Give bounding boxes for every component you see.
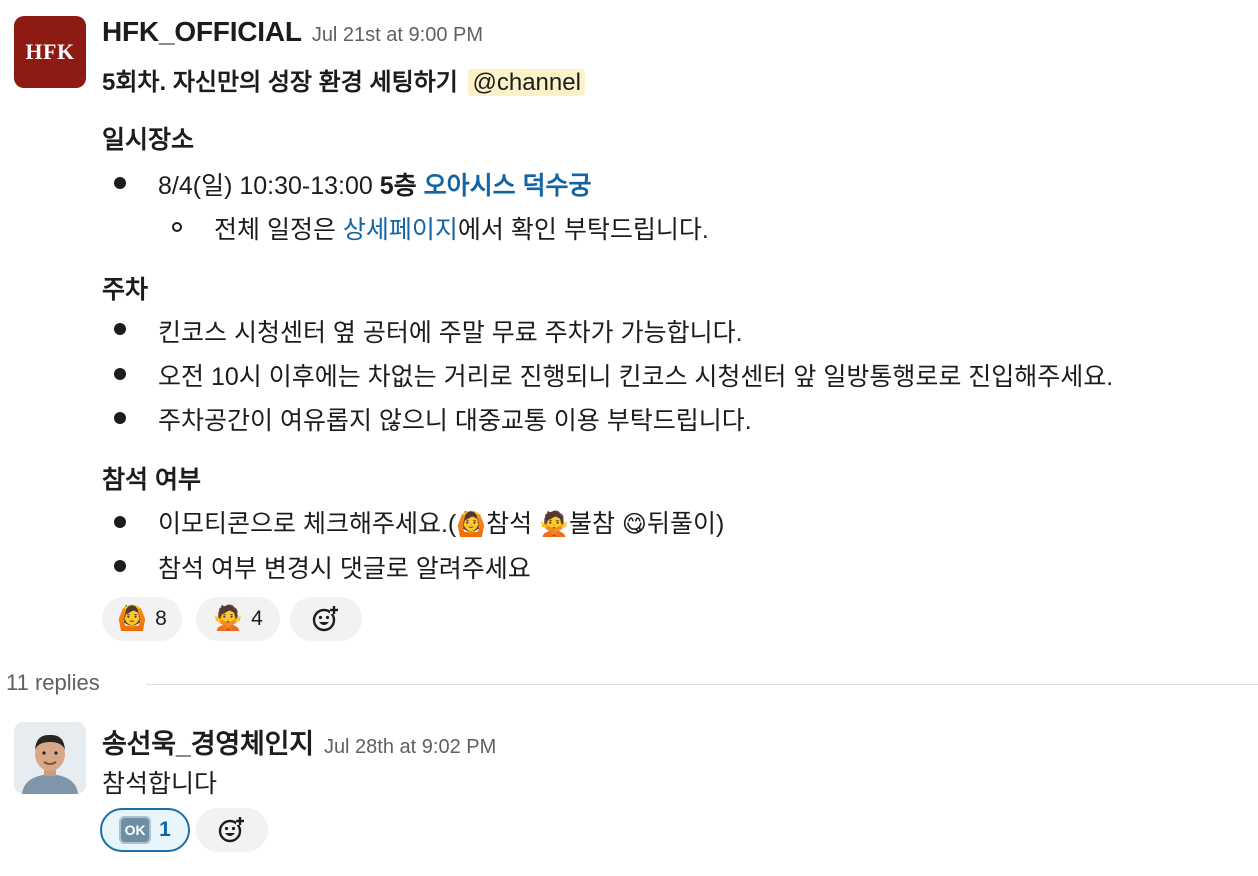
- message-header: HFK_OFFICIAL Jul 21st at 9:00 PM: [102, 16, 483, 48]
- floor-text: 5층: [379, 172, 417, 200]
- no-gesture-icon: 🙅: [539, 511, 569, 538]
- add-reaction-button[interactable]: [290, 597, 362, 641]
- sub-text-before: 전체 일정은: [214, 216, 343, 244]
- author-name[interactable]: 송선욱_경영체인지: [102, 729, 314, 759]
- reaction-count: 4: [251, 607, 263, 630]
- list-item: 킨코스 시청센터 옆 공터에 주말 무료 주차가 가능합니다.: [158, 319, 743, 347]
- location-link[interactable]: 오아시스 덕수궁: [424, 172, 592, 200]
- list-item: 8/4(일) 10:30-13:00 5층 오아시스 덕수궁: [158, 166, 592, 202]
- ok-button-icon: OK: [119, 816, 152, 844]
- no-gesture-icon: 🙅: [213, 605, 244, 632]
- person-photo-icon: [14, 722, 86, 794]
- bullet-dot: [114, 560, 126, 572]
- bullet-dot: [114, 516, 126, 528]
- add-reaction-button[interactable]: [196, 808, 268, 852]
- attend-label: 참석: [486, 510, 540, 538]
- thread-replies-bar: 11 replies: [6, 670, 1258, 700]
- message-text: 참석합니다: [102, 770, 218, 798]
- detail-page-link[interactable]: 상세페이지: [343, 216, 458, 244]
- afterparty-label: 뒤풀이): [646, 510, 725, 538]
- reaction-count: 8: [155, 607, 167, 630]
- list-item: 오전 10시 이후에는 차없는 거리로 진행되니 킨코스 시청센터 앞 일방통행…: [158, 363, 1114, 391]
- bullet-dot: [114, 323, 126, 335]
- sub-bullet-circle: [172, 222, 182, 232]
- list-item: 참석 여부 변경시 댓글로 알려주세요: [158, 555, 531, 583]
- reaction-ok-gesture[interactable]: 🙆 8: [102, 597, 182, 641]
- reaction-count: 1: [159, 818, 171, 841]
- section-heading-attendance: 참석 여부: [102, 466, 201, 494]
- ok-gesture-icon: 🙆: [117, 605, 148, 632]
- yum-face-icon: 😋: [621, 511, 647, 538]
- ok-gesture-icon: 🙆: [456, 511, 487, 538]
- add-emoji-icon: [217, 815, 247, 845]
- hfk-avatar[interactable]: HFK: [14, 16, 86, 88]
- message-title: 5회차. 자신만의 성장 환경 세팅하기: [102, 69, 458, 96]
- emoji-instruction-text: 이모티콘으로 체크해주세요.(: [158, 510, 457, 538]
- add-emoji-icon: [311, 604, 341, 634]
- bullet-dot: [114, 368, 126, 380]
- list-item: 주차공간이 여유롭지 않으니 대중교통 이용 부탁드립니다.: [158, 407, 752, 435]
- divider: [146, 684, 1258, 685]
- absent-label: 불참: [568, 510, 622, 538]
- list-item: 이모티콘으로 체크해주세요.(🙆참석 🙅불참 😋뒤풀이): [158, 504, 724, 540]
- message-header: 송선욱_경영체인지 Jul 28th at 9:02 PM: [102, 722, 496, 761]
- timestamp[interactable]: Jul 28th at 9:02 PM: [324, 736, 496, 758]
- timestamp[interactable]: Jul 21st at 9:00 PM: [312, 24, 483, 46]
- user-avatar[interactable]: [14, 722, 86, 794]
- sub-text-after: 에서 확인 부탁드립니다.: [457, 216, 709, 244]
- section-heading-when-where: 일시장소: [102, 126, 195, 154]
- reaction-no-gesture[interactable]: 🙅 4: [196, 597, 280, 641]
- reaction-ok-button[interactable]: OK 1: [100, 808, 190, 852]
- schedule-text: 8/4(일) 10:30-13:00: [158, 172, 380, 200]
- author-name[interactable]: HFK_OFFICIAL: [102, 16, 302, 47]
- sub-list-item: 전체 일정은 상세페이지에서 확인 부탁드립니다.: [214, 210, 709, 246]
- replies-count[interactable]: 11 replies: [6, 670, 100, 696]
- bullet-dot: [114, 177, 126, 189]
- message-title-line: 5회차. 자신만의 성장 환경 세팅하기 @channel: [102, 62, 585, 97]
- bullet-dot: [114, 412, 126, 424]
- section-heading-parking: 주차: [102, 276, 149, 304]
- avatar-logo-text: HFK: [25, 39, 75, 64]
- channel-mention[interactable]: @channel: [468, 69, 585, 96]
